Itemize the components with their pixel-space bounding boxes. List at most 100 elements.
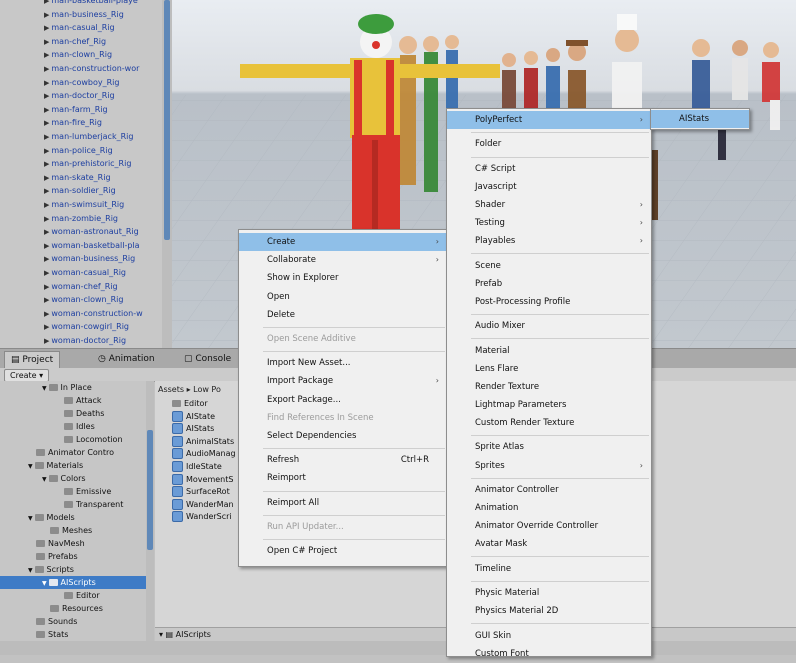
tree-node-sounds[interactable]: Sounds xyxy=(0,615,146,628)
menu-item-folder[interactable]: Folder xyxy=(447,135,651,153)
expand-arrow-icon[interactable]: ▼ xyxy=(42,580,49,587)
hierarchy-item[interactable]: ▶ man-fire_Rig xyxy=(44,116,102,129)
menu-item-post-processing-profile[interactable]: Post-Processing Profile xyxy=(447,293,651,311)
expand-arrow-icon[interactable]: ▶ xyxy=(44,147,49,155)
hierarchy-item[interactable]: ▶ woman-casual_Rig xyxy=(44,266,126,279)
expand-arrow-icon[interactable]: ▶ xyxy=(44,255,49,263)
asset-item-wanderman[interactable]: WanderMan xyxy=(172,498,234,511)
hierarchy-item[interactable]: ▶ man-soldier_Rig xyxy=(44,184,116,197)
expand-arrow-icon[interactable]: ▶ xyxy=(44,79,49,87)
expand-arrow-icon[interactable]: ▶ xyxy=(44,228,49,236)
menu-item-aistats[interactable]: AIStats xyxy=(651,110,749,128)
expand-arrow-icon[interactable]: ▶ xyxy=(44,92,49,100)
menu-item-refresh[interactable]: Refresh Ctrl+R xyxy=(239,451,447,469)
tree-node-editor[interactable]: Editor xyxy=(0,589,146,602)
hierarchy-item[interactable]: ▶ man-zombie_Rig xyxy=(44,212,118,225)
menu-item-prefab[interactable]: Prefab xyxy=(447,275,651,293)
menu-item-lightmap-parameters[interactable]: Lightmap Parameters xyxy=(447,396,651,414)
tree-node-in-place[interactable]: ▼ In Place xyxy=(0,381,146,394)
asset-item-animalstats[interactable]: AnimalStats xyxy=(172,435,234,448)
tree-node-colors[interactable]: ▼ Colors xyxy=(0,472,146,485)
menu-item-import-new-asset[interactable]: Import New Asset... xyxy=(239,354,447,372)
project-folder-tree[interactable]: ▼ In Place Attack Deaths Idles Locomotion Ani… xyxy=(0,381,146,641)
tree-node-attack[interactable]: Attack xyxy=(0,394,146,407)
menu-item-sprite-atlas[interactable]: Sprite Atlas xyxy=(447,438,651,456)
tab-console[interactable]: ▢ Console xyxy=(178,351,237,368)
expand-arrow-icon[interactable]: ▼ xyxy=(28,515,35,522)
asset-item-wanderscri[interactable]: WanderScri xyxy=(172,511,232,523)
menu-item-open[interactable]: Open xyxy=(239,288,447,306)
asset-item-aistats[interactable]: AIStats xyxy=(172,423,214,435)
menu-item-select-dependencies[interactable]: Select Dependencies xyxy=(239,427,447,445)
tree-node-models[interactable]: ▼ Models xyxy=(0,511,146,524)
menu-item-custom-render-texture[interactable]: Custom Render Texture xyxy=(447,414,651,432)
hierarchy-item[interactable]: ▶ man-doctor_Rig xyxy=(44,89,115,102)
expand-arrow-icon[interactable]: ▶ xyxy=(44,269,49,277)
menu-item-polyperfect[interactable]: PolyPerfect › xyxy=(447,111,651,130)
tree-node-navmesh[interactable]: NavMesh xyxy=(0,537,146,550)
menu-item-open-c-project[interactable]: Open C# Project xyxy=(239,542,447,560)
hierarchy-item[interactable]: ▶ man-skate_Rig xyxy=(44,171,111,184)
hierarchy-scroll-thumb[interactable] xyxy=(164,0,170,240)
menu-item-render-texture[interactable]: Render Texture xyxy=(447,378,651,396)
expand-arrow-icon[interactable]: ▶ xyxy=(44,11,49,19)
asset-item-movements[interactable]: MovementS xyxy=(172,473,233,486)
menu-item-reimport[interactable]: Reimport xyxy=(239,469,447,487)
tab-project[interactable]: ▤ Project xyxy=(4,351,61,369)
tree-node-scripts[interactable]: ▼ Scripts xyxy=(0,563,146,576)
menu-item-custom-font[interactable]: Custom Font xyxy=(447,645,651,663)
hierarchy-item[interactable]: ▶ man-farm_Rig xyxy=(44,103,108,116)
menu-item-playables[interactable]: Playables › xyxy=(447,232,651,250)
menu-item-javascript[interactable]: Javascript xyxy=(447,178,651,196)
hierarchy-item[interactable]: ▶ woman-clown_Rig xyxy=(44,293,123,306)
asset-item-aistate[interactable]: AIState xyxy=(172,410,215,423)
expand-arrow-icon[interactable]: ▶ xyxy=(44,106,49,114)
hierarchy-item[interactable]: ▶ woman-business_Rig xyxy=(44,252,135,265)
expand-arrow-icon[interactable]: ▶ xyxy=(44,187,49,195)
menu-item-animator-controller[interactable]: Animator Controller xyxy=(447,481,651,499)
menu-item-import-package[interactable]: Import Package › xyxy=(239,372,447,390)
menu-item-animation[interactable]: Animation xyxy=(447,499,651,517)
hierarchy-item[interactable]: ▶ man-business_Rig xyxy=(44,8,124,21)
expand-arrow-icon[interactable]: ▶ xyxy=(44,174,49,182)
hierarchy-item[interactable]: ▶ woman-construction-w xyxy=(44,307,143,320)
tree-node-transparent[interactable]: Transparent xyxy=(0,498,146,511)
asset-item-surfacerot[interactable]: SurfaceRot xyxy=(172,486,230,498)
tab-animation[interactable]: ◷ Animation xyxy=(92,351,161,368)
menu-item-gui-skin[interactable]: GUI Skin xyxy=(447,627,651,645)
tree-node-animator-contro[interactable]: Animator Contro xyxy=(0,446,146,459)
menu-item-c-script[interactable]: C# Script xyxy=(447,160,651,178)
hierarchy-item[interactable]: ▶ man-casual_Rig xyxy=(44,21,115,34)
expand-arrow-icon[interactable]: ▶ xyxy=(44,119,49,127)
menu-item-export-package[interactable]: Export Package... xyxy=(239,391,447,409)
tree-node-aiscripts[interactable]: ▼ AIScripts xyxy=(0,576,146,589)
hierarchy-item[interactable]: ▶ woman-doctor_Rig xyxy=(44,334,126,347)
expand-arrow-icon[interactable]: ▶ xyxy=(44,242,49,250)
menu-item-show-in-explorer[interactable]: Show in Explorer xyxy=(239,269,447,287)
menu-item-physic-material[interactable]: Physic Material xyxy=(447,584,651,602)
menu-item-sprites[interactable]: Sprites › xyxy=(447,457,651,475)
expand-arrow-icon[interactable]: ▶ xyxy=(44,0,49,5)
tree-node-materials[interactable]: ▼ Materials xyxy=(0,459,146,472)
menu-item-reimport-all[interactable]: Reimport All xyxy=(239,494,447,512)
menu-item-physics-material-2d[interactable]: Physics Material 2D xyxy=(447,602,651,620)
menu-item-lens-flare[interactable]: Lens Flare xyxy=(447,360,651,378)
expand-arrow-icon[interactable]: ▶ xyxy=(44,24,49,32)
expand-arrow-icon[interactable]: ▼ xyxy=(28,567,35,574)
expand-arrow-icon[interactable]: ▶ xyxy=(44,160,49,168)
hierarchy-item[interactable]: ▶ man-construction-wor xyxy=(44,62,139,75)
expand-arrow-icon[interactable]: ▶ xyxy=(44,323,49,331)
menu-item-shader[interactable]: Shader › xyxy=(447,196,651,214)
expand-arrow-icon[interactable]: ▶ xyxy=(44,51,49,59)
tree-node-prefabs[interactable]: Prefabs xyxy=(0,550,146,563)
hierarchy-item[interactable]: ▶ woman-cowgirl_Rig xyxy=(44,320,129,333)
menu-item-avatar-mask[interactable]: Avatar Mask xyxy=(447,535,651,553)
expand-arrow-icon[interactable]: ▶ xyxy=(44,201,49,209)
expand-arrow-icon[interactable]: ▶ xyxy=(44,65,49,73)
asset-item-idlestate[interactable]: IdleState xyxy=(172,461,222,473)
tree-node-resources[interactable]: Resources xyxy=(0,602,146,615)
menu-item-scene[interactable]: Scene xyxy=(447,257,651,275)
hierarchy-item[interactable]: ▶ man-chef_Rig xyxy=(44,35,106,48)
asset-item-editor[interactable]: Editor xyxy=(172,398,208,410)
expand-arrow-icon[interactable]: ▶ xyxy=(44,296,49,304)
